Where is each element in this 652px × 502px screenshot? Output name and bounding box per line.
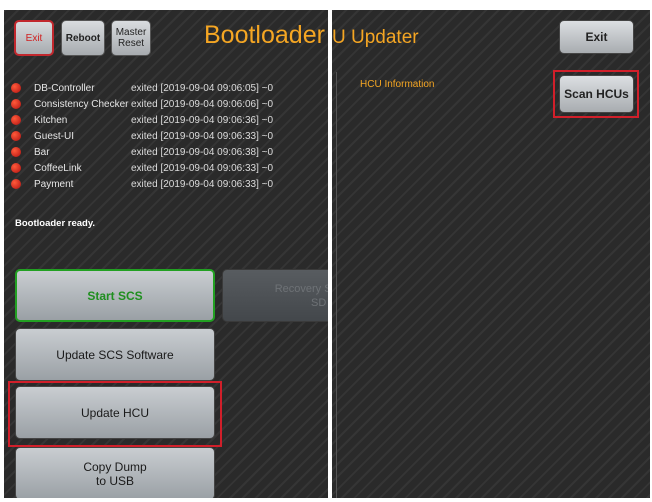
process-status: exited [2019-09-04 09:06:36] ~0: [131, 114, 274, 126]
process-row: CoffeeLink exited [2019-09-04 09:06:33] ~…: [11, 160, 311, 176]
hcu-updater-panel: U Updater Exit HCU Information Scan HCUs: [332, 10, 650, 498]
process-name: Guest-UI: [34, 130, 75, 142]
vertical-divider: [336, 72, 337, 498]
process-status: exited [2019-09-04 09:06:33] ~0: [131, 130, 274, 142]
status-dot-icon: [11, 179, 21, 189]
start-scs-button[interactable]: Start SCS: [15, 269, 215, 322]
process-status: exited [2019-09-04 09:06:33] ~0: [131, 162, 274, 174]
master-reset-button[interactable]: Master Reset: [111, 20, 151, 56]
process-name: Consistency Checker: [34, 98, 129, 110]
status-dot-icon: [11, 163, 21, 173]
update-hcu-button[interactable]: Update HCU: [15, 386, 215, 439]
process-row: Consistency Checker exited [2019-09-04 09…: [11, 96, 311, 112]
process-list: DB-Controller exited [2019-09-04 09:06:05…: [11, 80, 311, 192]
bootloader-panel: Exit Reboot Master Reset Bootloader DB-Co…: [4, 10, 328, 498]
process-row: Bar exited [2019-09-04 09:06:38] ~0: [11, 144, 311, 160]
process-name: CoffeeLink: [34, 162, 82, 174]
copy-dump-to-usb-button[interactable]: Copy Dump to USB: [15, 447, 215, 498]
process-name: Payment: [34, 178, 74, 190]
process-status: exited [2019-09-04 09:06:33] ~0: [131, 178, 274, 190]
status-dot-icon: [11, 147, 21, 157]
status-text: Bootloader ready.: [15, 218, 96, 229]
update-scs-software-button[interactable]: Update SCS Software: [15, 328, 215, 381]
recovery-label: Recovery SSD C: [274, 282, 328, 309]
recovery-sd-button[interactable]: Recovery SSD C: [222, 269, 328, 322]
process-status: exited [2019-09-04 09:06:38] ~0: [131, 146, 274, 158]
status-dot-icon: [11, 115, 21, 125]
copy-dump-label: Copy Dump to USB: [83, 459, 147, 488]
process-row: DB-Controller exited [2019-09-04 09:06:05…: [11, 80, 311, 96]
status-dot-icon: [11, 83, 21, 93]
page-title: Bootloader: [204, 21, 325, 49]
process-name: Bar: [34, 146, 50, 158]
scan-hcus-button[interactable]: Scan HCUs: [559, 75, 634, 113]
exit-button[interactable]: Exit: [14, 20, 54, 56]
hcu-information-label: HCU Information: [360, 79, 435, 90]
process-name: Kitchen: [34, 114, 68, 126]
master-reset-label: Master Reset: [115, 27, 147, 49]
process-row: Guest-UI exited [2019-09-04 09:06:33] ~0: [11, 128, 311, 144]
process-row: Payment exited [2019-09-04 09:06:33] ~0: [11, 176, 311, 192]
process-status: exited [2019-09-04 09:06:06] ~0: [131, 98, 274, 110]
updater-title: U Updater: [332, 27, 419, 48]
process-name: DB-Controller: [34, 82, 95, 94]
status-dot-icon: [11, 99, 21, 109]
process-status: exited [2019-09-04 09:06:05] ~0: [131, 82, 274, 94]
updater-exit-button[interactable]: Exit: [559, 20, 634, 54]
reboot-button[interactable]: Reboot: [61, 20, 105, 56]
status-dot-icon: [11, 131, 21, 141]
process-row: Kitchen exited [2019-09-04 09:06:36] ~0: [11, 112, 311, 128]
